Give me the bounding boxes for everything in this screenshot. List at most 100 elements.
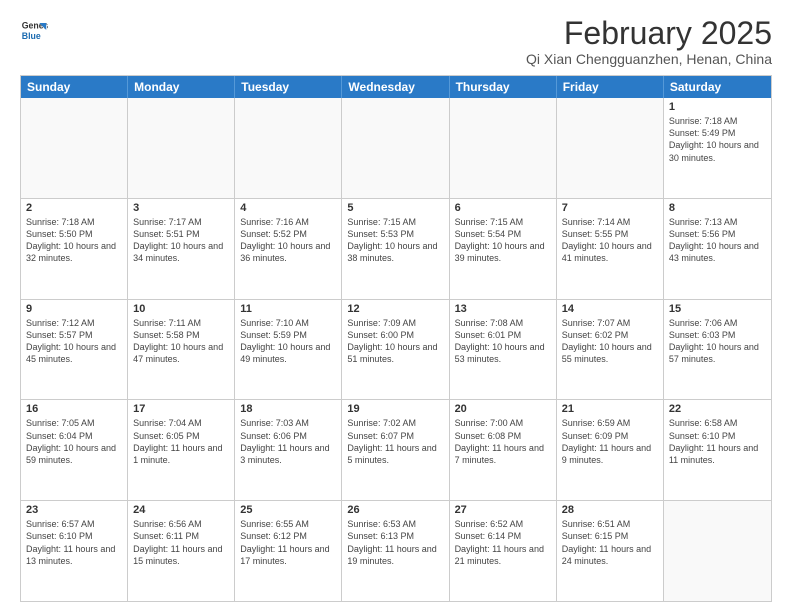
- weekday-header: Thursday: [450, 76, 557, 98]
- day-number: 2: [26, 202, 122, 214]
- day-info: Sunrise: 7:15 AM Sunset: 5:53 PM Dayligh…: [347, 216, 443, 265]
- day-info: Sunrise: 7:09 AM Sunset: 6:00 PM Dayligh…: [347, 317, 443, 366]
- day-info: Sunrise: 7:07 AM Sunset: 6:02 PM Dayligh…: [562, 317, 658, 366]
- day-number: 23: [26, 504, 122, 516]
- location: Qi Xian Chengguanzhen, Henan, China: [526, 51, 772, 67]
- day-info: Sunrise: 6:52 AM Sunset: 6:14 PM Dayligh…: [455, 518, 551, 567]
- day-info: Sunrise: 6:58 AM Sunset: 6:10 PM Dayligh…: [669, 417, 766, 466]
- calendar-cell: 7Sunrise: 7:14 AM Sunset: 5:55 PM Daylig…: [557, 199, 664, 299]
- calendar-cell: [664, 501, 771, 601]
- day-info: Sunrise: 7:12 AM Sunset: 5:57 PM Dayligh…: [26, 317, 122, 366]
- header: General Blue February 2025 Qi Xian Cheng…: [20, 16, 772, 67]
- day-number: 20: [455, 403, 551, 415]
- calendar-cell: 24 Sunrise: 6:56 AM Sunset: 6:11 PM Dayli…: [128, 501, 235, 601]
- day-info: Sunrise: 7:11 AM Sunset: 5:58 PM Dayligh…: [133, 317, 229, 366]
- weekday-header: Sunday: [21, 76, 128, 98]
- calendar-row: 2 Sunrise: 7:18 AM Sunset: 5:50 PM Daylig…: [21, 198, 771, 299]
- calendar-cell: 27 Sunrise: 6:52 AM Sunset: 6:14 PM Dayli…: [450, 501, 557, 601]
- calendar-cell: 26 Sunrise: 6:53 AM Sunset: 6:13 PM Dayli…: [342, 501, 449, 601]
- day-info: Sunrise: 6:57 AM Sunset: 6:10 PM Dayligh…: [26, 518, 122, 567]
- calendar-cell: 21 Sunrise: 6:59 AM Sunset: 6:09 PM Dayli…: [557, 400, 664, 500]
- day-number: 8: [669, 202, 766, 214]
- calendar-cell: 28 Sunrise: 6:51 AM Sunset: 6:15 PM Dayli…: [557, 501, 664, 601]
- calendar-cell: 12 Sunrise: 7:09 AM Sunset: 6:00 PM Dayli…: [342, 300, 449, 400]
- calendar-cell: 10 Sunrise: 7:11 AM Sunset: 5:58 PM Dayli…: [128, 300, 235, 400]
- day-number: 11: [240, 303, 336, 315]
- calendar-cell: [128, 98, 235, 198]
- calendar-cell: [342, 98, 449, 198]
- calendar-header: SundayMondayTuesdayWednesdayThursdayFrid…: [21, 76, 771, 98]
- day-info: Sunrise: 6:56 AM Sunset: 6:11 PM Dayligh…: [133, 518, 229, 567]
- calendar-cell: 5 Sunrise: 7:15 AM Sunset: 5:53 PM Daylig…: [342, 199, 449, 299]
- day-number: 14: [562, 303, 658, 315]
- day-number: 9: [26, 303, 122, 315]
- day-info: Sunrise: 6:55 AM Sunset: 6:12 PM Dayligh…: [240, 518, 336, 567]
- day-info: Sunrise: 7:18 AM Sunset: 5:49 PM Dayligh…: [669, 115, 766, 164]
- day-info: Sunrise: 6:53 AM Sunset: 6:13 PM Dayligh…: [347, 518, 443, 567]
- page: General Blue February 2025 Qi Xian Cheng…: [0, 0, 792, 612]
- day-info: Sunrise: 7:06 AM Sunset: 6:03 PM Dayligh…: [669, 317, 766, 366]
- day-number: 22: [669, 403, 766, 415]
- day-number: 15: [669, 303, 766, 315]
- calendar: SundayMondayTuesdayWednesdayThursdayFrid…: [20, 75, 772, 602]
- calendar-cell: 18 Sunrise: 7:03 AM Sunset: 6:06 PM Dayli…: [235, 400, 342, 500]
- day-number: 5: [347, 202, 443, 214]
- calendar-cell: 4 Sunrise: 7:16 AM Sunset: 5:52 PM Daylig…: [235, 199, 342, 299]
- day-number: 21: [562, 403, 658, 415]
- day-info: Sunrise: 7:00 AM Sunset: 6:08 PM Dayligh…: [455, 417, 551, 466]
- calendar-cell: 20 Sunrise: 7:00 AM Sunset: 6:08 PM Dayli…: [450, 400, 557, 500]
- weekday-header: Friday: [557, 76, 664, 98]
- weekday-header: Wednesday: [342, 76, 449, 98]
- calendar-cell: 9 Sunrise: 7:12 AM Sunset: 5:57 PM Daylig…: [21, 300, 128, 400]
- day-number: 25: [240, 504, 336, 516]
- calendar-cell: 8 Sunrise: 7:13 AM Sunset: 5:56 PM Daylig…: [664, 199, 771, 299]
- svg-text:Blue: Blue: [22, 31, 41, 41]
- calendar-cell: 2 Sunrise: 7:18 AM Sunset: 5:50 PM Daylig…: [21, 199, 128, 299]
- day-info: Sunrise: 6:59 AM Sunset: 6:09 PM Dayligh…: [562, 417, 658, 466]
- day-number: 24: [133, 504, 229, 516]
- day-number: 4: [240, 202, 336, 214]
- day-info: Sunrise: 7:15 AM Sunset: 5:54 PM Dayligh…: [455, 216, 551, 265]
- day-number: 6: [455, 202, 551, 214]
- day-info: Sunrise: 7:04 AM Sunset: 6:05 PM Dayligh…: [133, 417, 229, 466]
- day-number: 27: [455, 504, 551, 516]
- day-info: Sunrise: 7:03 AM Sunset: 6:06 PM Dayligh…: [240, 417, 336, 466]
- calendar-cell: 13Sunrise: 7:08 AM Sunset: 6:01 PM Dayli…: [450, 300, 557, 400]
- day-info: Sunrise: 7:17 AM Sunset: 5:51 PM Dayligh…: [133, 216, 229, 265]
- day-number: 12: [347, 303, 443, 315]
- day-info: Sunrise: 7:02 AM Sunset: 6:07 PM Dayligh…: [347, 417, 443, 466]
- calendar-cell: [21, 98, 128, 198]
- day-number: 18: [240, 403, 336, 415]
- day-info: Sunrise: 7:05 AM Sunset: 6:04 PM Dayligh…: [26, 417, 122, 466]
- day-number: 13: [455, 303, 551, 315]
- calendar-cell: 14 Sunrise: 7:07 AM Sunset: 6:02 PM Dayli…: [557, 300, 664, 400]
- calendar-row: 23 Sunrise: 6:57 AM Sunset: 6:10 PM Dayli…: [21, 500, 771, 601]
- calendar-cell: [557, 98, 664, 198]
- day-info: Sunrise: 7:18 AM Sunset: 5:50 PM Dayligh…: [26, 216, 122, 265]
- calendar-cell: [450, 98, 557, 198]
- day-info: Sunrise: 7:10 AM Sunset: 5:59 PM Dayligh…: [240, 317, 336, 366]
- day-number: 7: [562, 202, 658, 214]
- logo-icon: General Blue: [20, 16, 48, 44]
- day-info: Sunrise: 7:13 AM Sunset: 5:56 PM Dayligh…: [669, 216, 766, 265]
- calendar-cell: 22 Sunrise: 6:58 AM Sunset: 6:10 PM Dayli…: [664, 400, 771, 500]
- day-number: 19: [347, 403, 443, 415]
- month-title: February 2025: [526, 16, 772, 51]
- calendar-row: 9 Sunrise: 7:12 AM Sunset: 5:57 PM Daylig…: [21, 299, 771, 400]
- day-info: Sunrise: 7:16 AM Sunset: 5:52 PM Dayligh…: [240, 216, 336, 265]
- weekday-header: Tuesday: [235, 76, 342, 98]
- calendar-row: 16Sunrise: 7:05 AM Sunset: 6:04 PM Dayli…: [21, 399, 771, 500]
- day-number: 3: [133, 202, 229, 214]
- calendar-cell: 19 Sunrise: 7:02 AM Sunset: 6:07 PM Dayli…: [342, 400, 449, 500]
- day-number: 28: [562, 504, 658, 516]
- logo: General Blue: [20, 16, 48, 44]
- calendar-cell: 6 Sunrise: 7:15 AM Sunset: 5:54 PM Daylig…: [450, 199, 557, 299]
- calendar-cell: 3 Sunrise: 7:17 AM Sunset: 5:51 PM Daylig…: [128, 199, 235, 299]
- calendar-cell: 17Sunrise: 7:04 AM Sunset: 6:05 PM Dayli…: [128, 400, 235, 500]
- day-number: 1: [669, 101, 766, 113]
- weekday-header: Saturday: [664, 76, 771, 98]
- day-info: Sunrise: 6:51 AM Sunset: 6:15 PM Dayligh…: [562, 518, 658, 567]
- title-block: February 2025 Qi Xian Chengguanzhen, Hen…: [526, 16, 772, 67]
- day-number: 26: [347, 504, 443, 516]
- day-number: 10: [133, 303, 229, 315]
